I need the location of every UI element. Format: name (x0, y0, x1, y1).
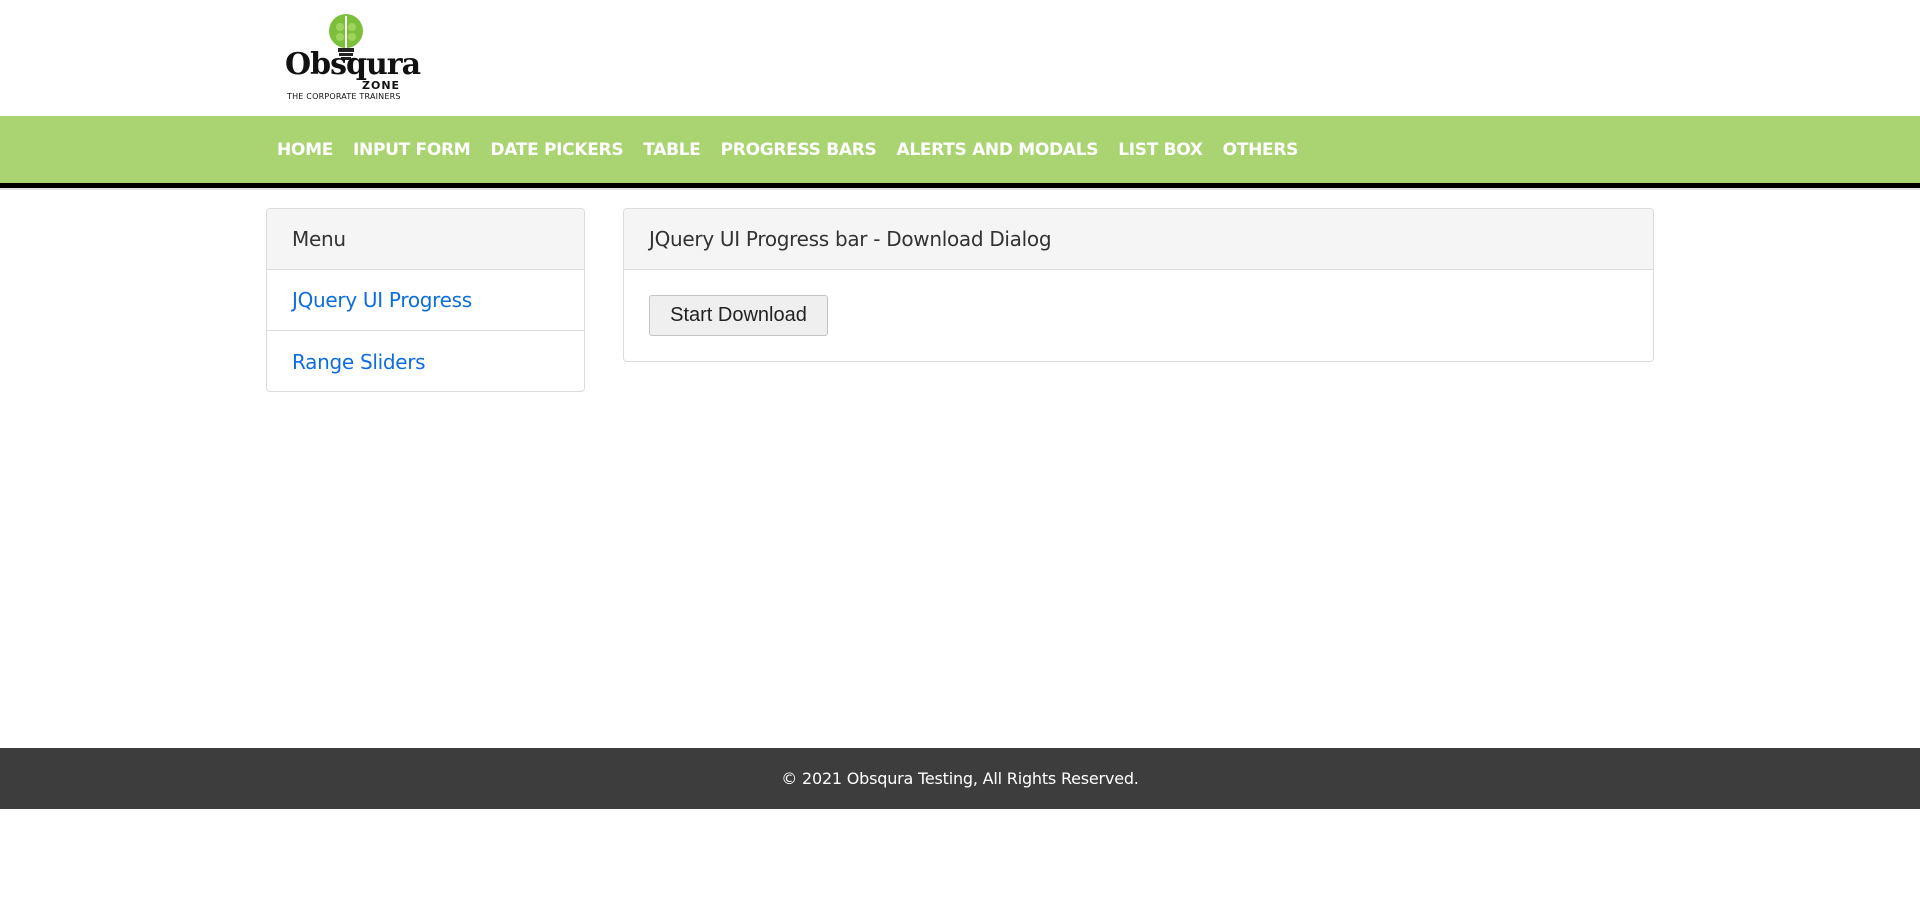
nav-item-alerts-and-modals[interactable]: ALERTS AND MODALS (886, 140, 1108, 160)
logo-wordmark: Obsqura (285, 47, 421, 82)
site-footer: © 2021 Obsqura Testing, All Rights Reser… (0, 748, 1920, 809)
navbar-shadow-line (0, 188, 1920, 190)
nav-item-list-box[interactable]: LIST BOX (1108, 140, 1212, 160)
site-header: Obsqura ZONE THE CORPORATE TRAINERS (0, 0, 1920, 116)
nav-item-progress-bars[interactable]: PROGRESS BARS (711, 140, 887, 160)
logo-tagline: THE CORPORATE TRAINERS (287, 92, 401, 101)
panel-body: Start Download (624, 270, 1653, 361)
sidebar-menu: Menu JQuery UI Progress Range Sliders (266, 208, 585, 392)
main-navbar: HOME INPUT FORM DATE PICKERS TABLE PROGR… (0, 116, 1920, 183)
nav-item-home[interactable]: HOME (267, 140, 343, 160)
nav-item-others[interactable]: OTHERS (1213, 140, 1308, 160)
logo-subword: ZONE (362, 79, 401, 92)
start-download-button[interactable]: Start Download (649, 295, 828, 336)
sidebar-item-range-sliders[interactable]: Range Sliders (267, 331, 584, 391)
panel-title: JQuery UI Progress bar - Download Dialog (624, 209, 1653, 270)
nav-item-input-form[interactable]: INPUT FORM (343, 140, 480, 160)
site-logo[interactable]: Obsqura ZONE THE CORPORATE TRAINERS (283, 14, 421, 104)
sidebar-title: Menu (267, 209, 584, 270)
main-panel: JQuery UI Progress bar - Download Dialog… (623, 208, 1654, 362)
nav-item-table[interactable]: TABLE (633, 140, 710, 160)
nav-item-date-pickers[interactable]: DATE PICKERS (480, 140, 633, 160)
nav-menu: HOME INPUT FORM DATE PICKERS TABLE PROGR… (267, 116, 1308, 183)
copyright-text: © 2021 Obsqura Testing, All Rights Reser… (781, 769, 1139, 788)
sidebar-item-jquery-ui-progress[interactable]: JQuery UI Progress (267, 270, 584, 331)
